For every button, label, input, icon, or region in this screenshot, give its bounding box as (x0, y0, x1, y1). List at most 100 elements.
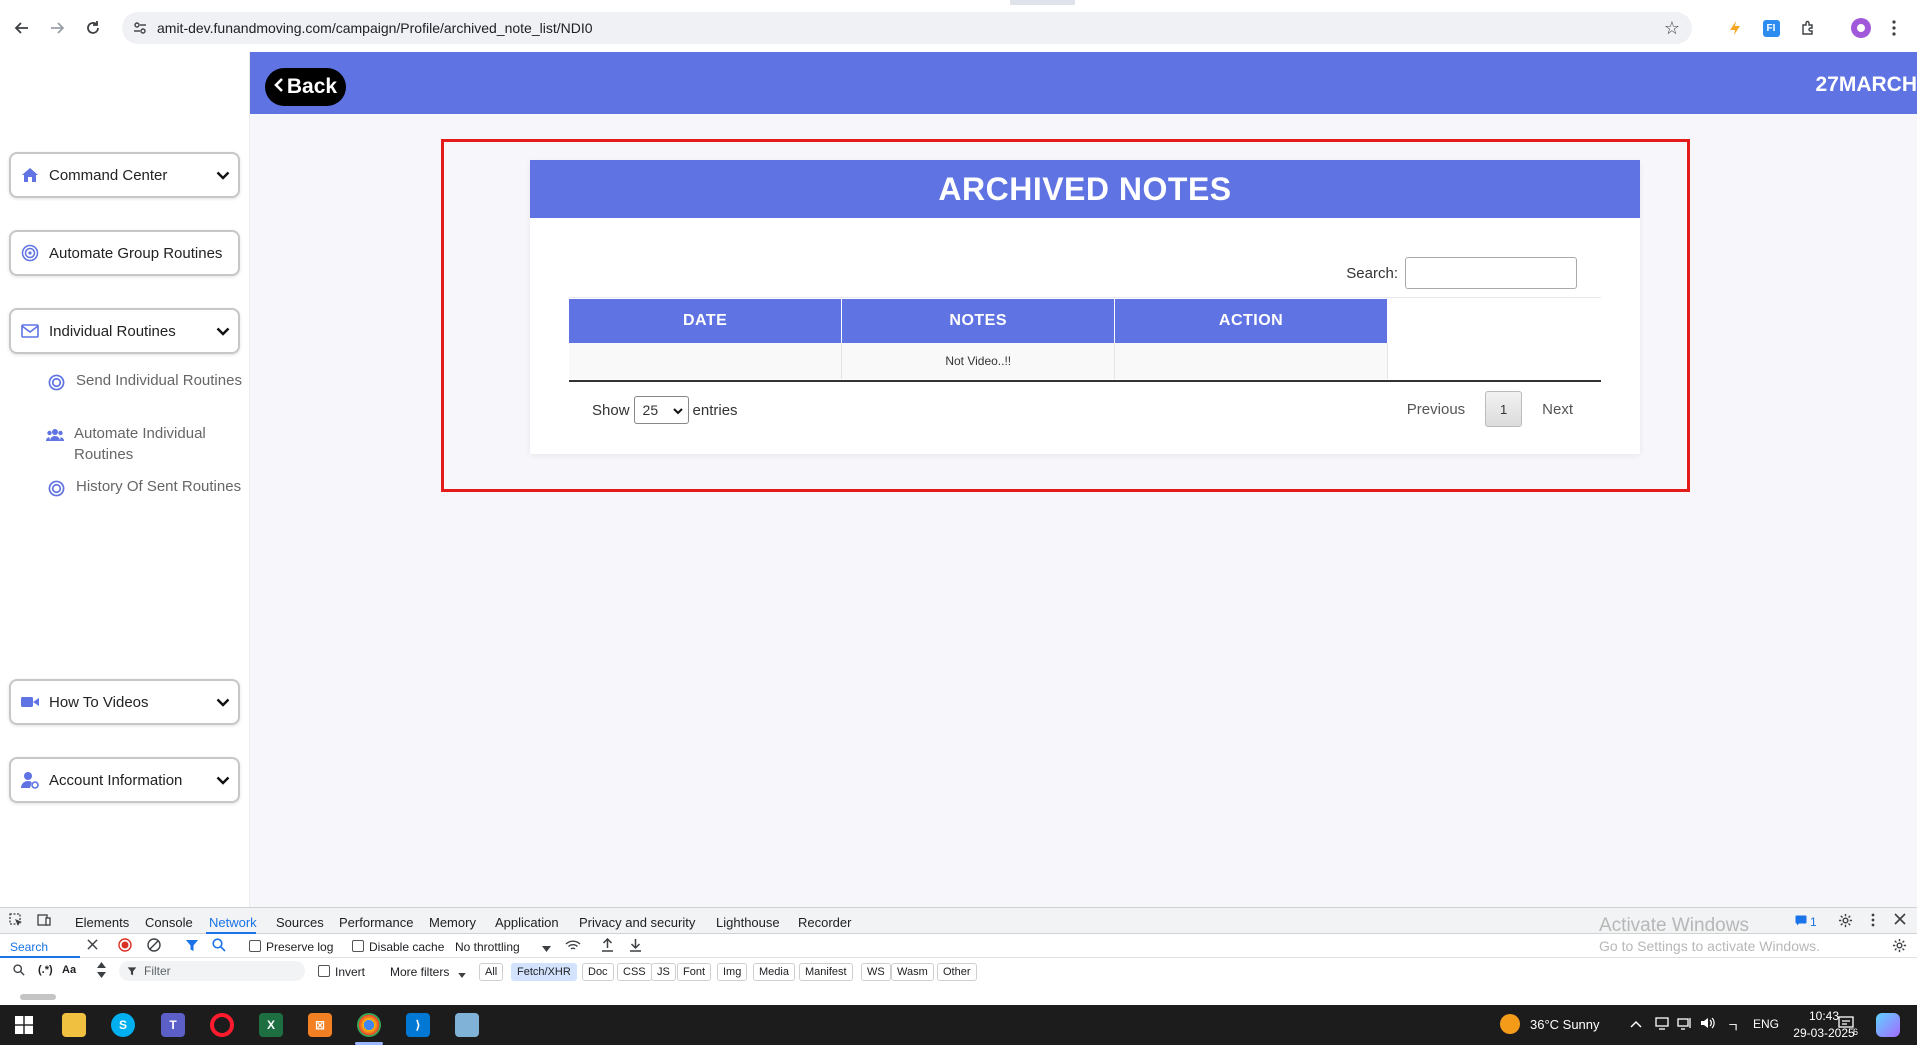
devtools-tab-privacy[interactable]: Privacy and security (579, 915, 695, 930)
filter-chip-media[interactable]: Media (753, 963, 795, 981)
chrome-icon[interactable] (357, 1013, 381, 1037)
search-drawer-tab[interactable]: Search (10, 940, 48, 954)
devtools-tab-elements[interactable]: Elements (75, 915, 129, 930)
sidebar-subitem-history-of-sent-routines[interactable]: History Of Sent Routines (46, 476, 246, 498)
column-header-action[interactable]: ACTION (1114, 299, 1388, 343)
sidebar-subitem-send-individual-routines[interactable]: Send Individual Routines (46, 370, 246, 392)
excel-icon[interactable]: X (259, 1013, 283, 1037)
sidebar-item-command-center[interactable]: Command Center (9, 152, 240, 198)
xampp-icon[interactable]: ⊠ (308, 1013, 332, 1037)
device-toolbar-icon[interactable] (37, 913, 51, 930)
devtools-tab-lighthouse[interactable]: Lighthouse (716, 915, 780, 930)
extension-fi-icon[interactable]: FI (1760, 17, 1782, 39)
column-header-notes[interactable]: NOTES (841, 299, 1116, 343)
filter-chip-wasm[interactable]: Wasm (891, 963, 934, 981)
filter-chip-ws[interactable]: WS (861, 963, 891, 981)
reload-icon[interactable] (80, 15, 106, 41)
filter-chip-other[interactable]: Other (937, 963, 977, 981)
filter-chip-js[interactable]: JS (651, 963, 676, 981)
filter-chip-css[interactable]: CSS (617, 963, 652, 981)
filter-input[interactable]: Filter (119, 961, 305, 981)
tray-chevron-up-icon[interactable] (1630, 1016, 1642, 1031)
profile-avatar-icon[interactable] (1850, 17, 1872, 39)
skype-icon[interactable]: S (111, 1013, 135, 1037)
filter-icon[interactable] (185, 938, 199, 955)
devtools-tab-performance[interactable]: Performance (339, 915, 413, 930)
ime-mode-icon[interactable]: ㄱ (1727, 1017, 1739, 1036)
page-button-1[interactable]: 1 (1485, 391, 1523, 427)
sidebar: Command Center Automate Group Routines I… (0, 52, 250, 907)
site-info-icon[interactable] (133, 21, 147, 40)
sidebar-item-account-information[interactable]: Account Information (9, 757, 240, 803)
entries-select[interactable]: 25 (633, 396, 689, 424)
horizontal-scrollbar[interactable] (20, 994, 56, 1000)
notepad-icon[interactable] (455, 1013, 479, 1037)
network-icon[interactable] (1677, 1016, 1693, 1033)
throttling-select[interactable]: No throttling (455, 940, 520, 954)
devtools-tab-recorder[interactable]: Recorder (798, 915, 851, 930)
filter-chip-font[interactable]: Font (677, 963, 712, 981)
match-case-toggle[interactable]: Aa (62, 964, 76, 976)
devtools-tab-application[interactable]: Application (495, 915, 559, 930)
column-header-date[interactable]: DATE (569, 299, 843, 343)
disable-cache-checkbox[interactable] (352, 940, 364, 952)
regex-toggle[interactable]: (.*) (38, 964, 53, 976)
sidebar-item-individual-routines[interactable]: Individual Routines (9, 308, 240, 354)
settings-gear-icon[interactable] (1838, 913, 1853, 931)
close-search-icon[interactable] (87, 939, 98, 953)
network-settings-gear-icon[interactable] (1892, 938, 1907, 956)
search-input[interactable] (1405, 257, 1577, 289)
teams-icon[interactable]: T (161, 1013, 185, 1037)
copilot-icon[interactable] (1876, 1013, 1900, 1037)
devtools-tab-network[interactable]: Network (209, 915, 257, 930)
filter-chip-manifest[interactable]: Manifest (799, 963, 853, 981)
upload-icon[interactable] (601, 937, 614, 955)
sidebar-subitem-automate-individual-routines[interactable]: Automate Individual Routines (46, 423, 246, 465)
vscode-icon[interactable]: ⟩ (406, 1013, 430, 1037)
extensions-puzzle-icon[interactable] (1797, 17, 1819, 39)
clear-icon[interactable] (147, 938, 161, 955)
sidebar-item-how-to-videos[interactable]: How To Videos (9, 679, 240, 725)
more-filters-button[interactable]: More filters (390, 965, 449, 979)
file-explorer-icon[interactable] (62, 1013, 86, 1037)
browser-menu-icon[interactable] (1883, 17, 1905, 39)
invert-checkbox[interactable] (318, 965, 330, 977)
devtools-tab-sources[interactable]: Sources (276, 915, 324, 930)
inspect-element-icon[interactable] (9, 913, 23, 930)
filter-chip-fetch-xhr[interactable]: Fetch/XHR (511, 963, 577, 981)
more-options-icon[interactable] (1871, 913, 1875, 930)
opera-icon[interactable] (210, 1013, 234, 1037)
address-bar[interactable]: amit-dev.funandmoving.com/campaign/Profi… (122, 12, 1692, 44)
download-icon[interactable] (629, 938, 642, 955)
url-text[interactable]: amit-dev.funandmoving.com/campaign/Profi… (157, 20, 593, 36)
devtools-tab-console[interactable]: Console (145, 915, 193, 930)
tab-active[interactable] (0, 0, 1010, 5)
scroll-arrows-icon[interactable] (97, 961, 106, 982)
weather-text[interactable]: 36°C Sunny (1530, 1017, 1600, 1032)
bookmark-star-icon[interactable]: ☆ (1664, 18, 1680, 39)
extension-bolt-icon[interactable] (1724, 17, 1746, 39)
windows-start-icon[interactable] (12, 1013, 36, 1037)
network-conditions-icon[interactable] (565, 939, 581, 955)
notifications-icon[interactable] (1838, 1015, 1854, 1034)
back-button[interactable]: Back (265, 68, 346, 106)
devtools-tab-memory[interactable]: Memory (429, 915, 476, 930)
search-icon[interactable] (212, 938, 226, 955)
issues-icon[interactable] (1795, 914, 1807, 929)
preserve-log-checkbox[interactable] (249, 940, 261, 952)
device-icon[interactable] (1655, 1016, 1669, 1033)
language-indicator[interactable]: ENG (1753, 1017, 1779, 1031)
weather-sun-icon[interactable] (1500, 1014, 1520, 1034)
record-icon[interactable] (118, 938, 132, 955)
filter-chip-img[interactable]: Img (717, 963, 748, 981)
forward-arrow-icon[interactable] (44, 15, 70, 41)
tab-other[interactable] (1075, 0, 1917, 5)
volume-icon[interactable] (1700, 1016, 1716, 1033)
sidebar-item-automate-group-routines[interactable]: Automate Group Routines (9, 230, 240, 276)
filter-chip-all[interactable]: All (479, 963, 504, 981)
previous-button[interactable]: Previous (1395, 401, 1477, 418)
back-arrow-icon[interactable] (9, 15, 35, 41)
filter-chip-doc[interactable]: Doc (582, 963, 614, 981)
close-icon[interactable] (1894, 913, 1906, 928)
next-button[interactable]: Next (1530, 401, 1585, 418)
